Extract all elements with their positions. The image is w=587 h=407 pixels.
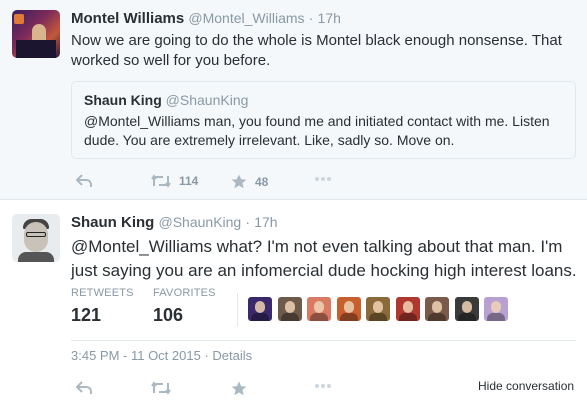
more-button[interactable] (314, 176, 332, 182)
favoriter-avatar[interactable] (248, 297, 272, 321)
favorites-stat[interactable]: FAVORITES 106 (153, 287, 216, 326)
favoriter-avatar[interactable] (425, 297, 449, 321)
more-button[interactable] (314, 383, 332, 389)
quoted-author-name: Shaun King (84, 92, 162, 108)
tweet-stats: RETWEETS 121 FAVORITES 106 (71, 287, 576, 335)
quoted-tweet[interactable]: Shaun King @ShaunKing @Montel_Williams m… (71, 81, 576, 159)
tweet-header: Montel Williams @Montel_Williams · 17h (71, 10, 341, 27)
retweets-value: 121 (71, 305, 102, 325)
tweet-text: Now we are going to do the whole is Mont… (71, 32, 562, 69)
favorite-count: 48 (255, 174, 269, 189)
favorite-button[interactable] (231, 381, 247, 396)
author-name[interactable]: Shaun King (71, 214, 154, 231)
favorite-button[interactable]: 48 (231, 174, 268, 189)
favoriter-avatar[interactable] (366, 297, 390, 321)
avatar[interactable] (12, 10, 60, 58)
reply-button[interactable] (76, 381, 92, 395)
retweet-icon (151, 381, 171, 395)
tweet-time[interactable]: 17h (254, 214, 277, 230)
tweet-actions: 114 48 (71, 174, 371, 194)
reply-button[interactable] (76, 174, 92, 188)
retweets-label: RETWEETS (71, 287, 134, 299)
tweet-header: Shaun King @ShaunKing · 17h (71, 214, 278, 231)
quoted-author-handle: @ShaunKing (165, 92, 249, 108)
retweet-button[interactable]: 114 (151, 174, 198, 188)
retweet-button[interactable] (151, 381, 171, 395)
favoriter-avatar[interactable] (395, 297, 420, 321)
quoted-header: Shaun King @ShaunKing (84, 92, 248, 108)
favoriter-avatar[interactable] (277, 297, 302, 321)
tweet-actions (71, 381, 371, 401)
favorites-value: 106 (153, 305, 184, 325)
tweet-time[interactable]: 17h (318, 10, 341, 26)
parent-tweet[interactable]: Montel Williams @Montel_Williams · 17h N… (0, 0, 587, 200)
retweet-count: 114 (179, 174, 199, 188)
separator: · (245, 214, 251, 230)
retweets-stat[interactable]: RETWEETS 121 (71, 287, 134, 326)
quoted-text: @Montel_Williams man, you found me and i… (84, 113, 550, 148)
favoriter-avatar[interactable] (454, 297, 479, 321)
avatar[interactable] (12, 214, 60, 262)
favoriter-avatar[interactable] (336, 297, 361, 321)
favoriter-avatar[interactable] (484, 297, 508, 321)
author-name[interactable]: Montel Williams (71, 10, 184, 27)
author-handle[interactable]: @ShaunKing (159, 214, 242, 230)
tweet-text: @Montel_Williams what? I'm not even talk… (71, 237, 577, 280)
divider (71, 340, 576, 341)
favoriter-avatar[interactable] (307, 297, 331, 321)
author-handle[interactable]: @Montel_Williams (188, 10, 304, 26)
retweet-icon (151, 174, 171, 188)
star-icon (231, 381, 247, 396)
more-icon (315, 384, 331, 388)
reply-icon (76, 174, 92, 187)
tweet-timestamp[interactable]: 3:45 PM - 11 Oct 2015 · Details (71, 348, 252, 363)
stats-divider (237, 293, 238, 327)
star-icon (231, 174, 247, 189)
separator: · (308, 10, 314, 26)
reply-icon (76, 381, 92, 394)
more-icon (315, 177, 331, 181)
favorites-label: FAVORITES (153, 287, 216, 299)
hide-conversation-link[interactable]: Hide conversation (478, 379, 574, 393)
